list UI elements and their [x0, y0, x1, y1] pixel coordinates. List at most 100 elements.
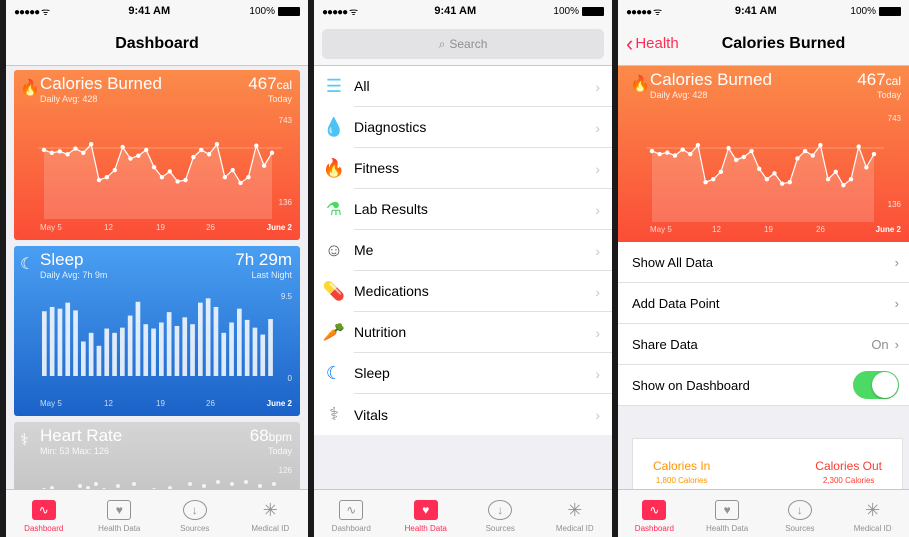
- x-label: 12: [104, 223, 113, 232]
- row-label: Share Data: [632, 336, 698, 352]
- flask-icon: ⚗: [325, 199, 343, 219]
- tab-medical-id[interactable]: ✳ Medical ID: [233, 490, 309, 537]
- carrot-icon: 🥕: [322, 322, 346, 342]
- data-point: [214, 142, 220, 147]
- battery: 100%: [850, 6, 901, 17]
- tab-dashboard[interactable]: ∿ Dashboard: [314, 490, 389, 537]
- tab-medical-id[interactable]: ✳ Medical ID: [538, 490, 613, 537]
- list-item-fitness[interactable]: 🔥 Fitness ›: [314, 148, 612, 189]
- list-item-nutrition[interactable]: 🥕 Nutrition ›: [314, 312, 612, 353]
- x-label: June 2: [266, 399, 292, 408]
- chevron-right-icon: ›: [595, 242, 600, 259]
- bar: [244, 319, 250, 376]
- list-item-lab-results[interactable]: ⚗ Lab Results ›: [314, 189, 612, 230]
- list-item-label: Diagnostics: [354, 107, 612, 148]
- status-time: 9:41 AM: [128, 5, 171, 17]
- show-all-data-row[interactable]: Show All Data ›: [618, 242, 909, 283]
- data-point: [864, 165, 869, 170]
- data-point: [57, 149, 62, 154]
- tab-sources[interactable]: ↓ Sources: [157, 490, 233, 537]
- bar: [135, 301, 141, 376]
- data-point: [871, 151, 877, 157]
- tab-label: Medical ID: [555, 524, 594, 533]
- data-point: [167, 169, 172, 174]
- tab-label: Dashboard: [634, 524, 674, 533]
- x-label: 12: [104, 399, 113, 408]
- show-on-dashboard-toggle[interactable]: [853, 371, 899, 399]
- tab-sources[interactable]: ↓ Sources: [764, 490, 837, 537]
- bar: [120, 327, 125, 376]
- bar: [166, 312, 172, 376]
- status-time: 9:41 AM: [434, 5, 477, 17]
- sleep-card[interactable]: ☾ Sleep Daily Avg: 7h 9m 7h 29m Last Nig…: [14, 246, 300, 416]
- bar: [205, 298, 211, 376]
- tab-health-data[interactable]: ♥ Health Data: [82, 490, 158, 537]
- chevron-right-icon: ›: [595, 78, 600, 95]
- series-area: [652, 145, 874, 222]
- data-point: [795, 156, 800, 161]
- data-point: [183, 177, 188, 183]
- data-point: [144, 147, 149, 153]
- calories-detail-screen: ●●●●● ᯤ 9:41 AM 100% ‹ Health Calories Bu…: [618, 0, 909, 537]
- row-label: Show All Data: [632, 254, 713, 270]
- search-icon: ⌕: [438, 36, 446, 51]
- tab-medical-id[interactable]: ✳ Medical ID: [836, 490, 909, 537]
- tab-dashboard[interactable]: ∿ Dashboard: [6, 490, 82, 537]
- battery: 100%: [249, 6, 300, 17]
- chevron-left-icon: ‹: [626, 30, 634, 56]
- data-point: [269, 150, 275, 156]
- tab-health-data[interactable]: ♥ Health Data: [691, 490, 764, 537]
- back-label: Health: [635, 35, 679, 52]
- list-item-label: Lab Results: [354, 189, 612, 230]
- data-point: [848, 177, 854, 182]
- folder-heart-icon: ♥: [107, 500, 132, 520]
- tab-dashboard[interactable]: ∿ Dashboard: [618, 490, 691, 537]
- search-input[interactable]: ⌕ Search: [322, 29, 604, 59]
- x-label: May 5: [40, 399, 62, 408]
- signal-icon: ●●●●● ᯤ: [14, 7, 50, 18]
- data-point: [756, 166, 762, 172]
- toggle-knob: [872, 372, 898, 398]
- share-value-text: On: [871, 336, 889, 352]
- list-item-diagnostics[interactable]: 💧 Diagnostics ›: [314, 107, 612, 148]
- tab-health-data[interactable]: ♥ Health Data: [389, 490, 464, 537]
- list-item-medications[interactable]: 💊 Medications ›: [314, 271, 612, 312]
- chevron-right-icon: ›: [595, 160, 600, 177]
- list-item-sleep[interactable]: ☾ Sleep ›: [314, 353, 612, 394]
- download-icon: ↓: [787, 500, 812, 520]
- list-item-label: All: [354, 66, 612, 107]
- calories-card[interactable]: 🔥 Calories Burned Daily Avg: 428 467cal …: [14, 70, 300, 240]
- tab-label: Dashboard: [331, 524, 371, 533]
- list-item-label: Vitals: [354, 406, 388, 423]
- add-data-point-row[interactable]: Add Data Point ›: [618, 283, 909, 324]
- data-point: [764, 177, 770, 182]
- list-item-me[interactable]: ☺ Me ›: [314, 230, 612, 271]
- tab-sources[interactable]: ↓ Sources: [463, 490, 538, 537]
- data-point: [254, 143, 259, 148]
- chart-icon: ∿: [31, 500, 56, 520]
- list-item-vitals[interactable]: ⚕ Vitals ›: [314, 394, 612, 435]
- list-item-all[interactable]: ☰ All ›: [314, 66, 612, 107]
- battery: 100%: [553, 6, 604, 17]
- asterisk-icon: ✳: [865, 499, 881, 520]
- data-point: [787, 180, 792, 185]
- bar: [65, 302, 71, 376]
- data-point: [734, 157, 739, 163]
- tab-label: Medical ID: [251, 524, 290, 533]
- signal-icon: ●●●●● ᯤ: [626, 7, 662, 18]
- data-point: [810, 153, 815, 158]
- tab-label: Sources: [785, 524, 815, 533]
- calories-in: Calories In 1,800 Calories: [653, 459, 710, 485]
- folder-heart-icon: ♥: [413, 500, 438, 520]
- x-label: June 2: [266, 223, 292, 232]
- bar: [151, 328, 156, 376]
- row-label: Add Data Point: [632, 295, 720, 311]
- share-data-row[interactable]: Share Data On ›: [618, 324, 909, 365]
- list-item-label: Me: [354, 230, 612, 271]
- data-point: [711, 177, 716, 182]
- health-data-screen: ●●●●● ᯤ 9:41 AM 100% ⌕ Search ☰ All › 💧 Dia…: [314, 0, 612, 537]
- back-button[interactable]: ‹ Health: [626, 30, 679, 56]
- chevron-right-icon: ›: [894, 336, 899, 352]
- bar: [260, 334, 266, 376]
- bar: [73, 310, 78, 376]
